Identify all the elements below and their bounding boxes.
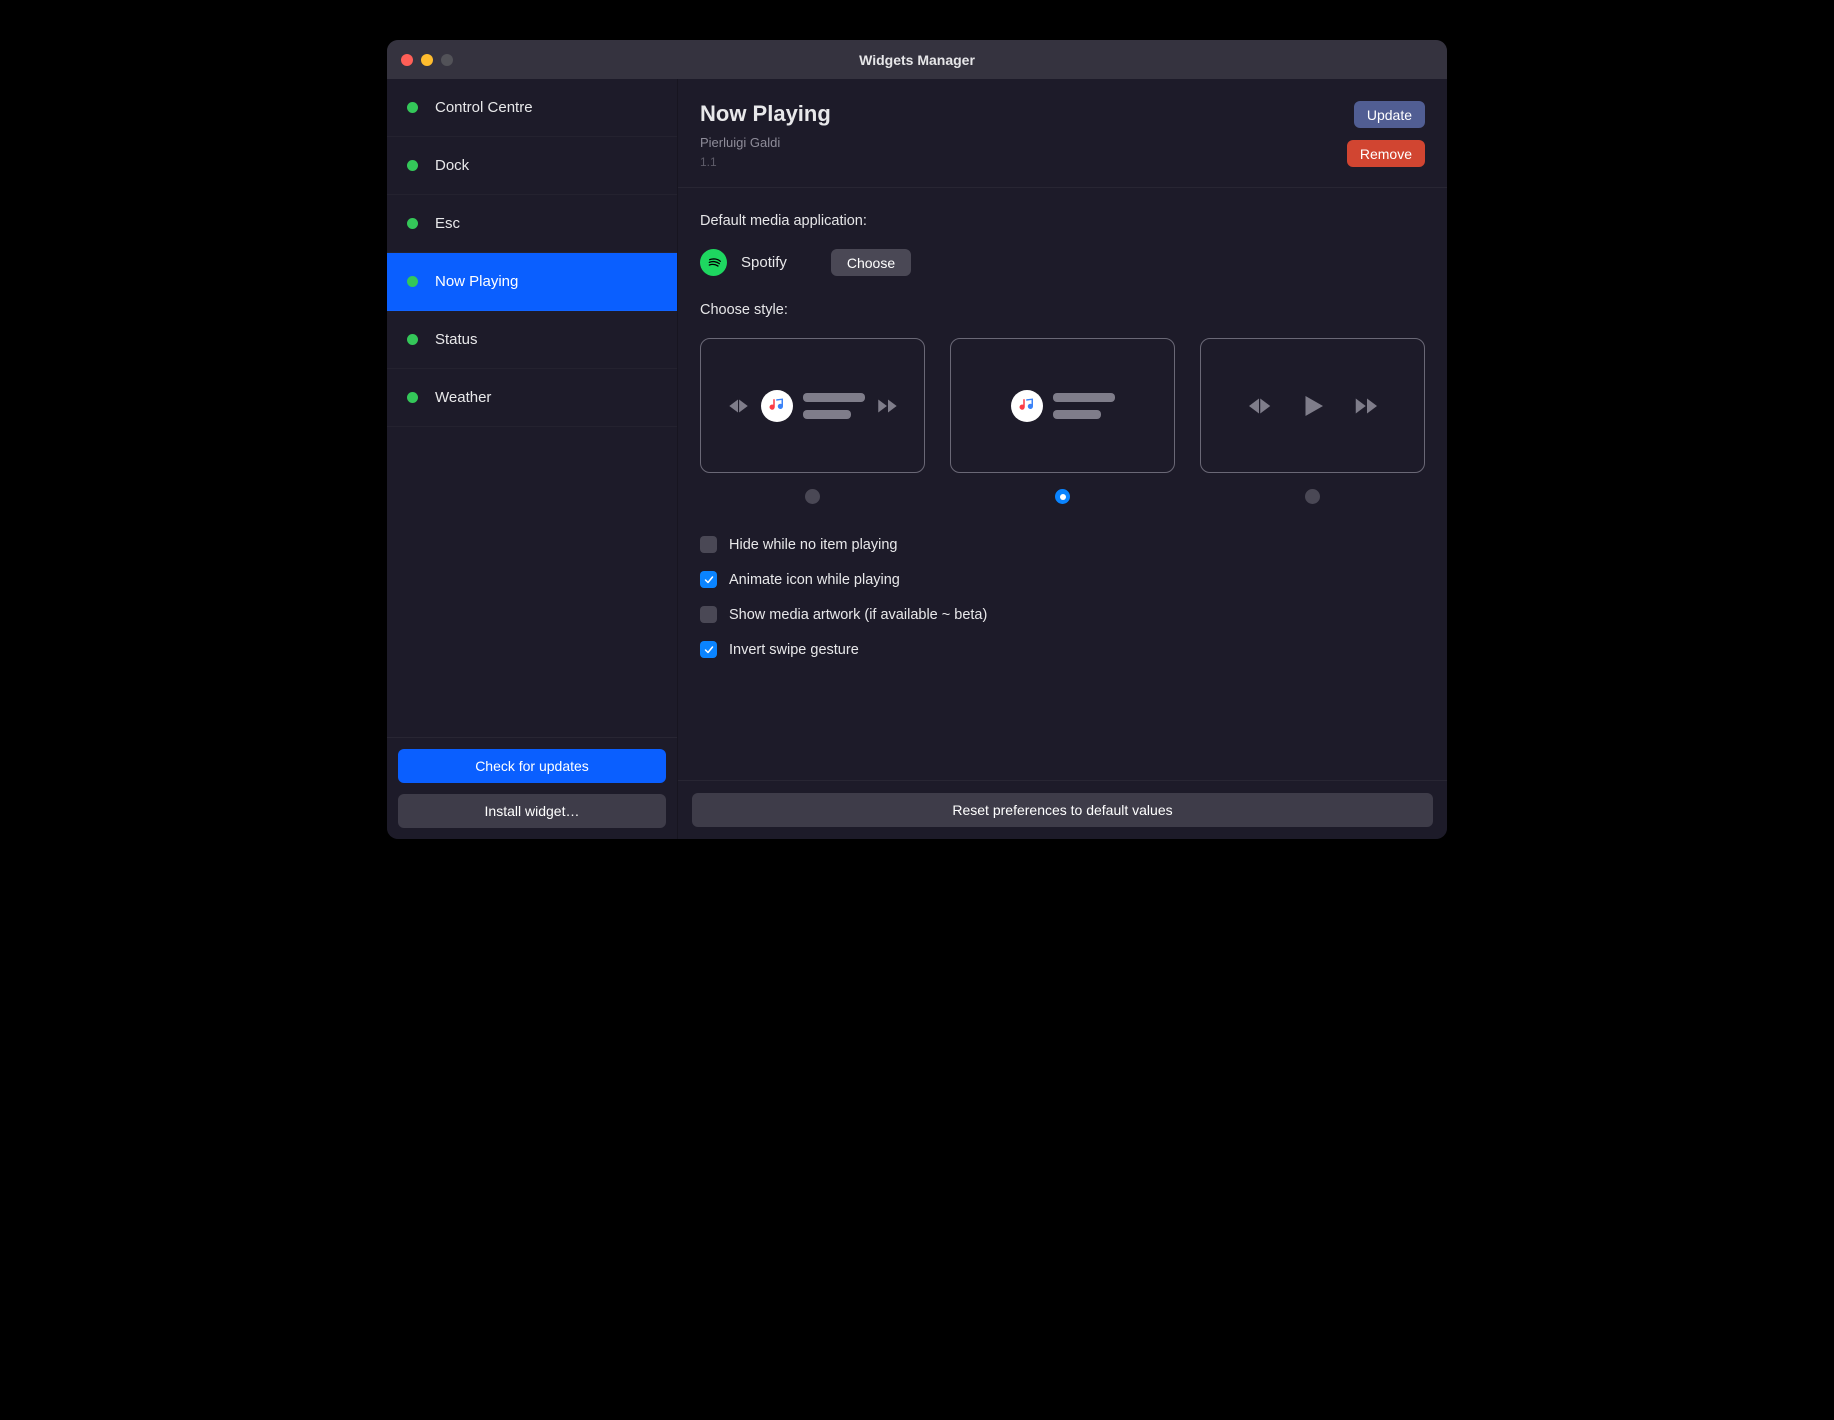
default-app-name: Spotify bbox=[741, 254, 787, 271]
option-label: Invert swipe gesture bbox=[729, 642, 859, 658]
maximize-window-button[interactable] bbox=[441, 54, 453, 66]
play-icon bbox=[1298, 391, 1328, 421]
choose-app-button[interactable]: Choose bbox=[831, 249, 911, 276]
widget-version: 1.1 bbox=[700, 155, 831, 169]
sidebar-item-label: Esc bbox=[435, 215, 460, 232]
traffic-lights bbox=[401, 54, 453, 66]
titlebar[interactable]: Widgets Manager bbox=[387, 40, 1447, 79]
option-invert-swipe[interactable]: Invert swipe gesture bbox=[700, 641, 1425, 658]
checkbox-icon bbox=[700, 606, 717, 623]
track-text-placeholder bbox=[1053, 393, 1115, 419]
sidebar-item-label: Control Centre bbox=[435, 99, 533, 116]
option-hide-while-no-item[interactable]: Hide while no item playing bbox=[700, 536, 1425, 553]
style-card-compact[interactable] bbox=[950, 338, 1175, 473]
choose-style-label: Choose style: bbox=[700, 302, 1425, 318]
status-dot-icon bbox=[407, 102, 418, 113]
window-body: Control Centre Dock Esc Now Playing Stat… bbox=[387, 79, 1447, 839]
status-dot-icon bbox=[407, 218, 418, 229]
sidebar-item-esc[interactable]: Esc bbox=[387, 195, 677, 253]
sidebar-list: Control Centre Dock Esc Now Playing Stat… bbox=[387, 79, 677, 737]
checkbox-checked-icon bbox=[700, 571, 717, 588]
default-app-label: Default media application: bbox=[700, 213, 1425, 229]
sidebar-item-label: Status bbox=[435, 331, 478, 348]
style-radio-full[interactable] bbox=[805, 489, 820, 504]
track-text-placeholder bbox=[803, 393, 865, 419]
window-title: Widgets Manager bbox=[387, 52, 1447, 68]
style-radio-controls[interactable] bbox=[1305, 489, 1320, 504]
style-option-full bbox=[700, 338, 925, 504]
sidebar-item-now-playing[interactable]: Now Playing bbox=[387, 253, 677, 311]
option-show-artwork[interactable]: Show media artwork (if available ~ beta) bbox=[700, 606, 1425, 623]
close-window-button[interactable] bbox=[401, 54, 413, 66]
status-dot-icon bbox=[407, 392, 418, 403]
music-art-icon bbox=[1011, 390, 1043, 422]
style-option-controls bbox=[1200, 338, 1425, 504]
sidebar-item-status[interactable]: Status bbox=[387, 311, 677, 369]
main-header: Now Playing Pierluigi Galdi 1.1 Update R… bbox=[678, 79, 1447, 188]
style-card-controls[interactable] bbox=[1200, 338, 1425, 473]
style-card-full[interactable] bbox=[700, 338, 925, 473]
sidebar-bottom: Check for updates Install widget… bbox=[387, 737, 677, 839]
sidebar-item-label: Dock bbox=[435, 157, 469, 174]
option-animate-icon[interactable]: Animate icon while playing bbox=[700, 571, 1425, 588]
minimize-window-button[interactable] bbox=[421, 54, 433, 66]
check-for-updates-button[interactable]: Check for updates bbox=[398, 749, 666, 783]
main-panel: Now Playing Pierluigi Galdi 1.1 Update R… bbox=[678, 79, 1447, 839]
widget-author: Pierluigi Galdi bbox=[700, 135, 831, 150]
music-art-icon bbox=[761, 390, 793, 422]
header-actions: Update Remove bbox=[1347, 101, 1425, 167]
status-dot-icon bbox=[407, 276, 418, 287]
app-window: Widgets Manager Control Centre Dock Esc bbox=[387, 40, 1447, 839]
sidebar-item-weather[interactable]: Weather bbox=[387, 369, 677, 427]
sidebar: Control Centre Dock Esc Now Playing Stat… bbox=[387, 79, 678, 839]
status-dot-icon bbox=[407, 160, 418, 171]
sidebar-item-label: Weather bbox=[435, 389, 491, 406]
header-info: Now Playing Pierluigi Galdi 1.1 bbox=[700, 101, 831, 169]
style-radio-compact[interactable] bbox=[1055, 489, 1070, 504]
main-footer: Reset preferences to default values bbox=[678, 780, 1447, 839]
sidebar-item-label: Now Playing bbox=[435, 273, 518, 290]
remove-button[interactable]: Remove bbox=[1347, 140, 1425, 167]
option-label: Hide while no item playing bbox=[729, 537, 897, 553]
reset-preferences-button[interactable]: Reset preferences to default values bbox=[692, 793, 1433, 827]
checkbox-icon bbox=[700, 536, 717, 553]
default-app-row: Spotify Choose bbox=[700, 249, 1425, 276]
next-track-icon bbox=[875, 393, 901, 419]
style-option-compact bbox=[950, 338, 1175, 504]
checkbox-checked-icon bbox=[700, 641, 717, 658]
sidebar-item-dock[interactable]: Dock bbox=[387, 137, 677, 195]
prev-track-icon bbox=[1244, 391, 1274, 421]
style-options bbox=[700, 338, 1425, 504]
prev-track-icon bbox=[725, 393, 751, 419]
spotify-icon bbox=[700, 249, 727, 276]
status-dot-icon bbox=[407, 334, 418, 345]
main-content: Default media application: Spotify Choos… bbox=[678, 188, 1447, 780]
widget-title: Now Playing bbox=[700, 101, 831, 127]
update-button[interactable]: Update bbox=[1354, 101, 1425, 128]
next-track-icon bbox=[1352, 391, 1382, 421]
options-checklist: Hide while no item playing Animate icon … bbox=[700, 536, 1425, 658]
option-label: Show media artwork (if available ~ beta) bbox=[729, 607, 987, 623]
sidebar-item-control-centre[interactable]: Control Centre bbox=[387, 79, 677, 137]
install-widget-button[interactable]: Install widget… bbox=[398, 794, 666, 828]
option-label: Animate icon while playing bbox=[729, 572, 900, 588]
